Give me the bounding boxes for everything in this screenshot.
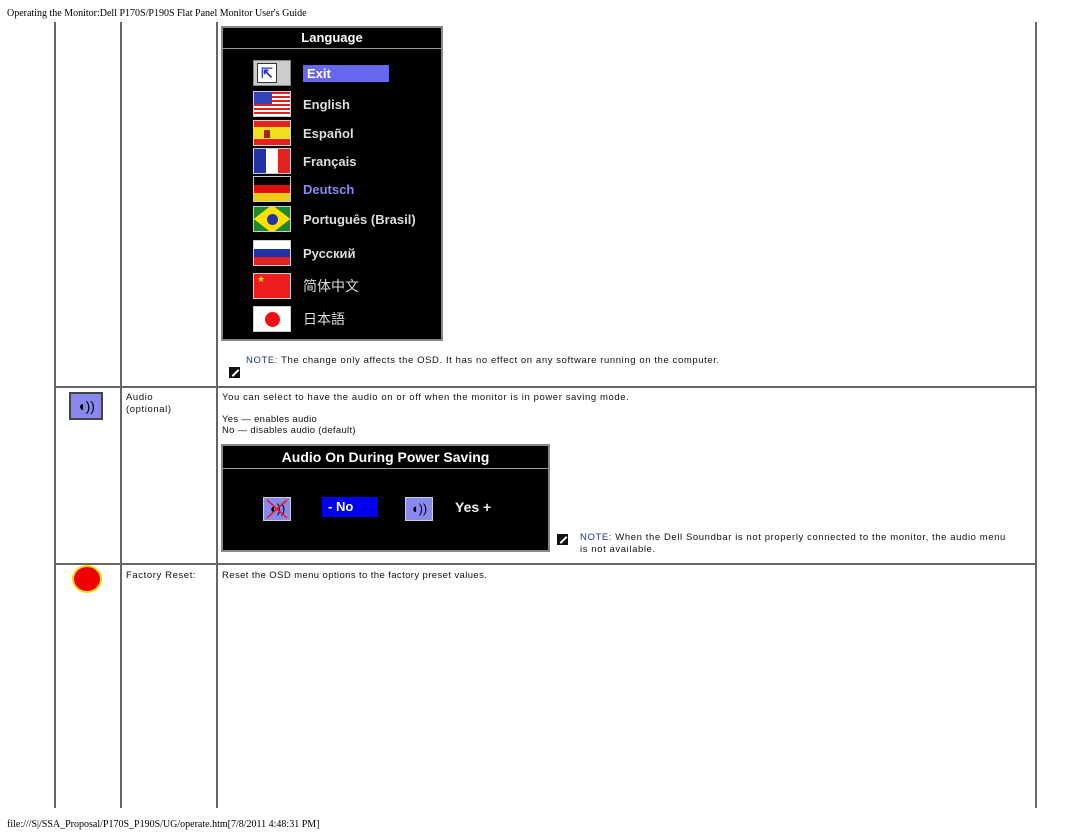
language-item-exit[interactable]: ⇱ Exit bbox=[253, 60, 389, 86]
language-item-portugues[interactable]: Português (Brasil) bbox=[253, 206, 416, 232]
flag-ru-icon bbox=[253, 240, 291, 266]
flag-jp-icon bbox=[253, 306, 291, 332]
page-header: Operating the Monitor:Dell P170S/P190S F… bbox=[7, 8, 307, 19]
language-item-english[interactable]: English bbox=[253, 91, 350, 117]
language-label: English bbox=[303, 96, 350, 112]
language-item-espanol[interactable]: Español bbox=[253, 120, 354, 146]
audio-description: You can select to have the audio on or o… bbox=[222, 392, 630, 403]
factory-reset-description: Reset the OSD menu options to the factor… bbox=[222, 570, 488, 581]
speaker-on-icon: ◖)) bbox=[405, 497, 433, 521]
table-border-left bbox=[54, 22, 56, 808]
language-item-japanese[interactable]: 日本語 bbox=[253, 306, 345, 332]
table-border-col2 bbox=[120, 22, 122, 808]
flag-es-icon bbox=[253, 120, 291, 146]
language-label: 日本語 bbox=[303, 311, 345, 327]
language-label: Français bbox=[303, 153, 357, 169]
page-footer: file:///S|/SSA_Proposal/P170S_P190S/UG/o… bbox=[7, 819, 320, 830]
note-pencil-icon bbox=[229, 367, 240, 378]
flag-cn-icon bbox=[253, 273, 291, 299]
audio-option-no-button[interactable]: - No bbox=[322, 497, 378, 517]
language-osd-title: Language bbox=[223, 28, 441, 49]
audio-osd: Audio On During Power Saving ◖)) - No ◖)… bbox=[221, 444, 550, 552]
note-text: When the Dell Soundbar is not properly c… bbox=[612, 532, 1006, 543]
language-label: Português (Brasil) bbox=[303, 211, 416, 227]
flag-de-icon bbox=[253, 176, 291, 202]
audio-option-yes-button[interactable]: Yes + bbox=[455, 499, 491, 515]
language-note: NOTE: The change only affects the OSD. I… bbox=[246, 355, 720, 367]
row-divider-2 bbox=[54, 563, 1037, 565]
audio-name-line1: Audio bbox=[126, 392, 154, 403]
language-item-francais[interactable]: Français bbox=[253, 148, 356, 174]
row-divider-1 bbox=[54, 386, 1037, 388]
table-border-right bbox=[1035, 22, 1037, 808]
reset-icon bbox=[72, 565, 102, 593]
language-label: Deutsch bbox=[303, 181, 355, 197]
language-item-chinese[interactable]: 简体中文 bbox=[253, 273, 359, 299]
language-osd: Language ⇱ Exit English Español Français… bbox=[221, 26, 443, 341]
audio-option-no: No — disables audio (default) bbox=[222, 425, 356, 436]
audio-name-line2: (optional) bbox=[126, 404, 172, 415]
language-item-deutsch[interactable]: Deutsch bbox=[253, 176, 354, 202]
audio-osd-title: Audio On During Power Saving bbox=[223, 446, 548, 469]
language-item-russian[interactable]: Русский bbox=[253, 240, 356, 266]
note-text: The change only affects the OSD. It has … bbox=[278, 355, 720, 366]
language-label: Русский bbox=[303, 245, 356, 261]
flag-br-icon bbox=[253, 206, 291, 232]
note-pencil-icon bbox=[557, 534, 568, 545]
speaker-icon: ◖)) bbox=[69, 392, 103, 420]
language-label: Español bbox=[303, 125, 354, 141]
exit-icon: ⇱ bbox=[253, 60, 291, 86]
flag-fr-icon bbox=[253, 148, 291, 174]
language-label: Exit bbox=[303, 64, 389, 82]
language-label: 简体中文 bbox=[303, 278, 359, 294]
flag-us-icon bbox=[253, 91, 291, 117]
note-label: NOTE: bbox=[246, 355, 279, 366]
speaker-mute-icon: ◖)) bbox=[263, 497, 291, 521]
table-border-col3 bbox=[216, 22, 218, 808]
note-text-line2: is not available. bbox=[580, 544, 656, 555]
audio-name: Audio (optional) bbox=[126, 392, 172, 416]
note-label: NOTE: bbox=[580, 532, 613, 543]
audio-note: NOTE: When the Dell Soundbar is not prop… bbox=[580, 532, 1006, 556]
factory-reset-name: Factory Reset: bbox=[126, 570, 197, 581]
